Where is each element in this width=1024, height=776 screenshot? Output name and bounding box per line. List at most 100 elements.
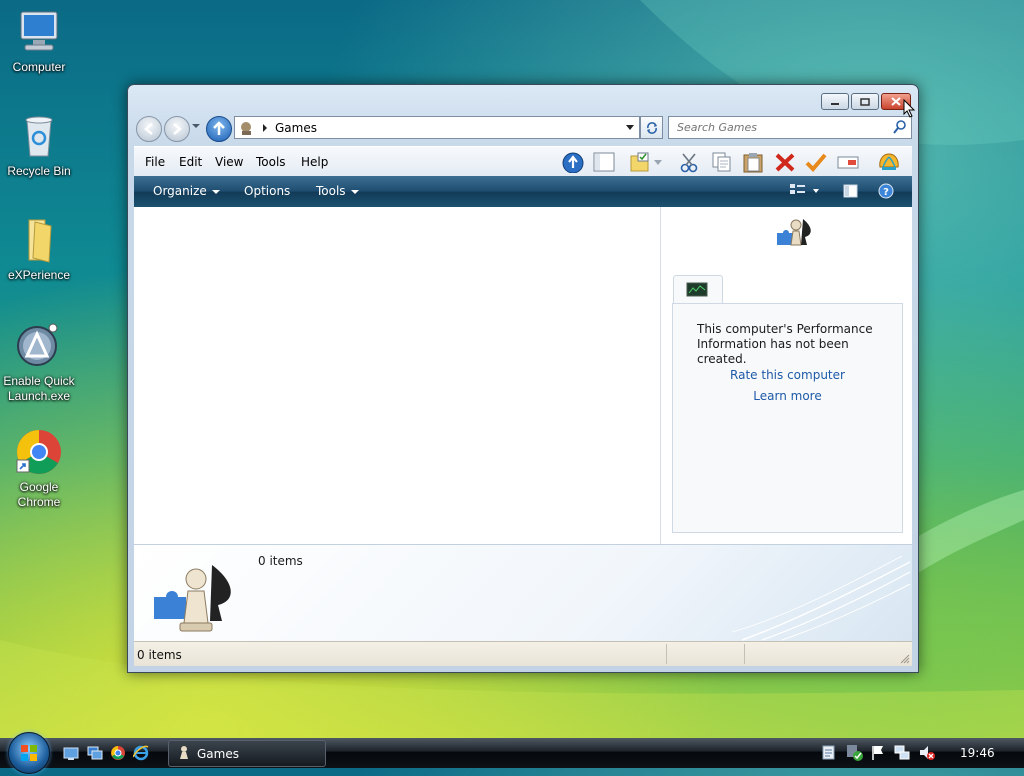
forward-button[interactable] xyxy=(164,116,190,142)
details-pane: 0 items xyxy=(134,544,912,642)
minimize-icon xyxy=(831,102,839,105)
internet-explorer-icon[interactable] xyxy=(133,745,149,761)
navigation-bar: Games xyxy=(136,115,912,142)
status-divider xyxy=(666,644,667,664)
chrome-quicklaunch-icon[interactable] xyxy=(110,745,126,761)
notes-tray-icon[interactable] xyxy=(822,745,836,761)
toolbar-up-button[interactable] xyxy=(561,151,585,173)
app-launcher-icon xyxy=(17,323,58,366)
search-box[interactable] xyxy=(668,116,912,139)
volume-muted-icon[interactable] xyxy=(918,744,936,762)
show-desktop-icon[interactable] xyxy=(63,745,79,761)
chevron-down-icon xyxy=(350,189,359,194)
recycle-bin-icon xyxy=(25,116,53,157)
games-folder-icon xyxy=(241,121,251,135)
toolbar-folder-dropdown[interactable] xyxy=(652,151,664,173)
menu-help[interactable]: Help xyxy=(301,155,328,169)
options-button[interactable]: Options xyxy=(244,184,290,198)
learn-more-link[interactable]: Learn more xyxy=(673,389,902,403)
chevron-down-icon xyxy=(211,189,220,194)
up-button[interactable] xyxy=(206,116,232,142)
computer-icon xyxy=(20,11,58,51)
performance-tab[interactable] xyxy=(673,275,723,304)
copy-icon[interactable] xyxy=(710,151,734,173)
paste-icon[interactable] xyxy=(741,151,765,173)
refresh-button[interactable] xyxy=(640,116,663,139)
refresh-icon xyxy=(646,121,657,134)
toolbar-folder-options-button[interactable] xyxy=(628,151,652,173)
performance-message: This computer's Performance Information … xyxy=(697,322,873,366)
games-explorer-window[interactable]: Games File Edit View Tools Help Organize… xyxy=(127,84,919,673)
help-icon[interactable]: ? xyxy=(878,183,896,201)
security-center-icon[interactable] xyxy=(846,744,864,762)
address-location: Games xyxy=(275,120,317,135)
resize-grip-icon[interactable] xyxy=(900,654,910,664)
mouse-cursor-icon xyxy=(903,99,916,118)
rename-icon[interactable] xyxy=(836,151,860,173)
network-icon[interactable] xyxy=(893,744,911,762)
desktop-icon-recycle-bin[interactable]: Recycle Bin xyxy=(2,112,76,179)
address-bar[interactable]: Games xyxy=(234,116,640,139)
menu-bar: File Edit View Tools Help xyxy=(134,146,912,177)
back-arrow-icon xyxy=(144,123,153,135)
status-divider xyxy=(744,644,745,664)
search-icon[interactable] xyxy=(893,120,907,134)
windows-logo-icon xyxy=(21,745,37,761)
action-center-flag-icon[interactable] xyxy=(870,744,886,762)
desktop-icon-label: Recycle Bin xyxy=(7,164,71,178)
desktop-icon-experience[interactable]: eXPerience xyxy=(2,216,76,283)
tools-menu[interactable]: Tools xyxy=(316,184,359,198)
rate-this-computer-link[interactable]: Rate this computer xyxy=(673,368,902,382)
menu-view[interactable]: View xyxy=(215,155,243,169)
system-clock[interactable]: 19:46 xyxy=(960,746,995,760)
performance-info-box: This computer's Performance Information … xyxy=(672,303,903,533)
switch-windows-icon[interactable] xyxy=(87,745,103,761)
command-bar: Organize Options Tools ? xyxy=(134,176,912,208)
minimize-button[interactable] xyxy=(821,93,849,110)
maximize-icon xyxy=(860,97,870,106)
games-large-icon xyxy=(154,565,231,632)
breadcrumb-arrow-icon xyxy=(263,123,267,132)
desktop-icon-enable-quick-launch[interactable]: Enable Quick Launch.exe xyxy=(2,322,76,404)
desktop-icon-google-chrome[interactable]: Google Chrome xyxy=(2,428,76,510)
desktop-icon-label: Computer xyxy=(12,60,66,74)
search-input[interactable] xyxy=(675,117,889,138)
toolbar-pane-button[interactable] xyxy=(592,151,616,173)
views-button[interactable] xyxy=(789,183,823,199)
menu-tools[interactable]: Tools xyxy=(256,155,286,169)
games-logo-icon xyxy=(777,219,811,246)
organize-menu[interactable]: Organize xyxy=(153,184,220,198)
status-item-count: 0 items xyxy=(137,648,182,662)
desktop-icon-label: Enable Quick Launch.exe xyxy=(3,374,75,403)
games-taskbar-icon xyxy=(180,746,188,759)
maximize-button[interactable] xyxy=(851,93,879,110)
back-button[interactable] xyxy=(136,116,162,142)
games-list-area[interactable] xyxy=(134,207,661,544)
up-arrow-icon xyxy=(213,121,225,135)
checkmark-icon[interactable] xyxy=(804,151,828,173)
taskbar-button-label: Games xyxy=(197,747,239,761)
menu-edit[interactable]: Edit xyxy=(179,155,202,169)
desktop-icon-label: Google Chrome xyxy=(17,480,61,509)
address-dropdown-icon[interactable] xyxy=(625,124,635,132)
recent-pages-dropdown[interactable] xyxy=(192,124,200,128)
taskbar: Games 19:46 xyxy=(0,732,1024,774)
close-icon xyxy=(891,97,901,106)
cut-icon[interactable] xyxy=(678,151,702,173)
forward-arrow-icon xyxy=(173,123,182,135)
preview-pane-icon[interactable] xyxy=(843,184,859,198)
monitor-graph-icon xyxy=(686,282,708,297)
shell-icon[interactable] xyxy=(877,151,901,173)
svg-text:?: ? xyxy=(883,187,889,198)
desktop-icon-label: eXPerience xyxy=(7,268,71,282)
window-controls xyxy=(821,93,911,110)
tools-label: Tools xyxy=(316,184,346,198)
taskbar-button-games[interactable]: Games xyxy=(168,740,326,767)
details-decoration xyxy=(732,555,911,641)
menu-file[interactable]: File xyxy=(145,155,165,169)
chrome-icon xyxy=(16,430,61,474)
details-item-count: 0 items xyxy=(258,554,303,568)
delete-icon[interactable] xyxy=(773,151,797,173)
desktop-icon-computer[interactable]: Computer xyxy=(2,8,76,75)
status-bar: 0 items xyxy=(134,641,912,666)
